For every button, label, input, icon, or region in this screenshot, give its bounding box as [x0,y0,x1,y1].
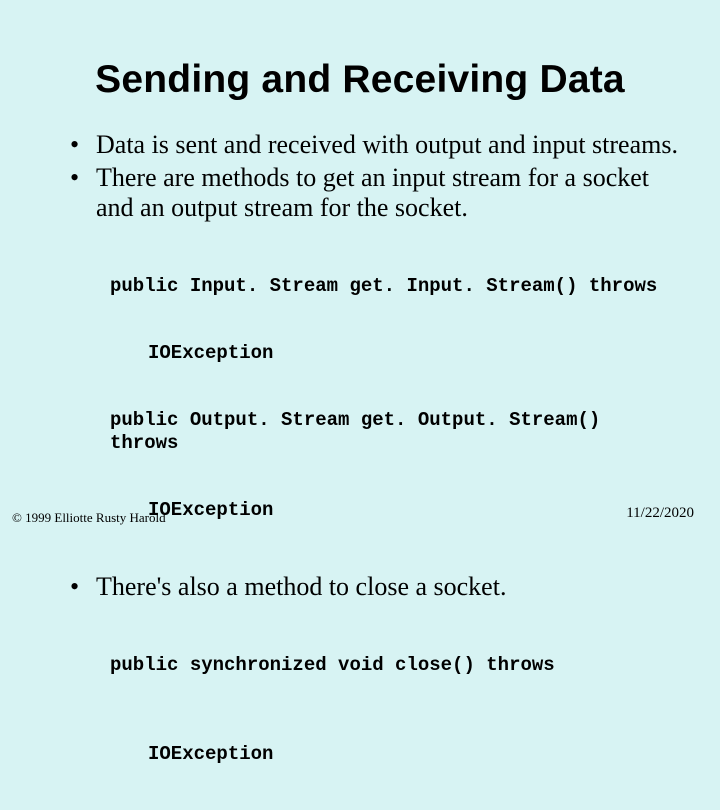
bullet-item: Data is sent and received with output an… [70,130,680,161]
code-line: IOException [110,499,680,521]
slide: Sending and Receiving Data Data is sent … [0,0,720,540]
code-line: public synchronized void close() throws [110,654,680,676]
footer-copyright: © 1999 Elliotte Rusty Harold [12,510,166,526]
bullet-item: There are methods to get an input stream… [70,163,680,224]
slide-title: Sending and Receiving Data [40,58,680,102]
code-line: IOException [110,342,680,364]
bullet-list: Data is sent and received with output an… [40,130,680,224]
footer-date: 11/22/2020 [626,505,694,522]
code-line: IOException [110,743,680,765]
code-line: public Input. Stream get. Input. Stream(… [110,275,680,297]
bullet-item: There's also a method to close a socket. [70,572,680,603]
code-line: public Output. Stream get. Output. Strea… [110,409,680,454]
bullet-list: There's also a method to close a socket. [40,572,680,603]
code-block: public synchronized void close() throws … [40,609,680,810]
